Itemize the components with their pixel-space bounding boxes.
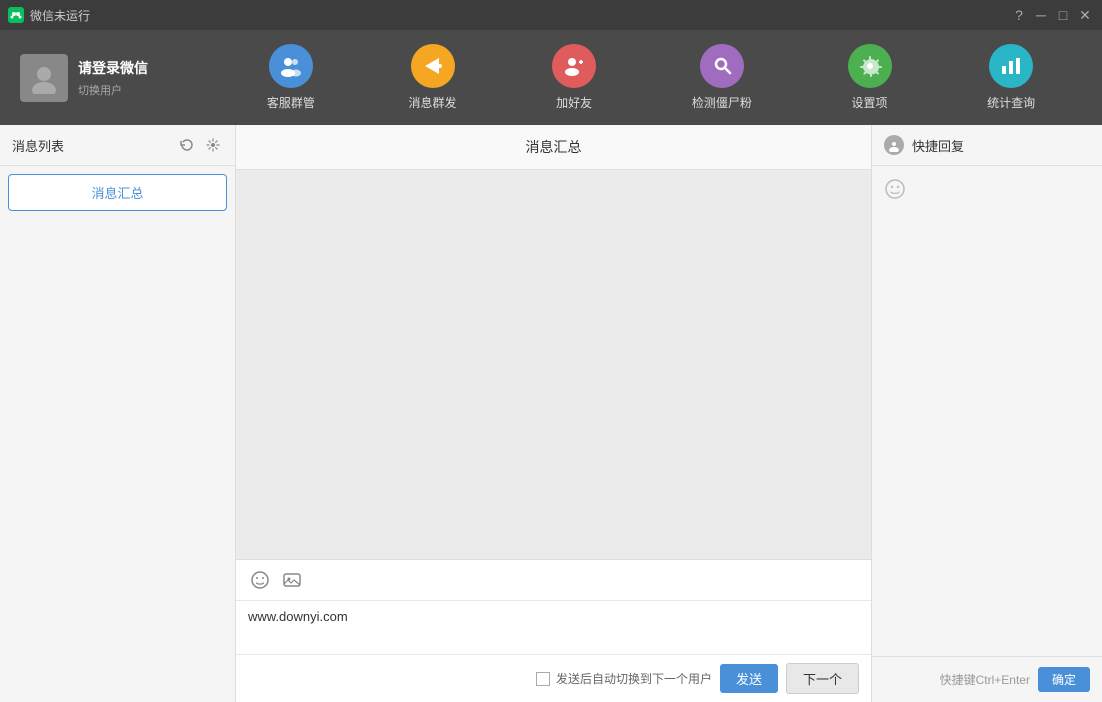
input-area: www.downyi.com 发送后自动切换到下一个用户 发送 下一个 xyxy=(236,559,871,702)
detect-icon xyxy=(700,44,744,88)
input-footer: 发送后自动切换到下一个用户 发送 下一个 xyxy=(236,654,871,702)
nav-label-addfriend: 加好友 xyxy=(556,94,592,111)
message-input[interactable]: www.downyi.com xyxy=(236,601,871,651)
app-logo-icon xyxy=(8,7,24,23)
nav-item-stats[interactable]: 统计查询 xyxy=(971,36,1051,119)
right-panel-footer: 快捷键Ctrl+Enter 确定 xyxy=(872,656,1102,702)
title-bar-left: 微信未运行 xyxy=(8,7,90,24)
nav-label-detect: 检测僵尸粉 xyxy=(692,94,752,111)
title-text: 微信未运行 xyxy=(30,7,90,24)
next-button[interactable]: 下一个 xyxy=(786,663,859,694)
user-name: 请登录微信 xyxy=(78,58,148,78)
input-toolbar xyxy=(236,560,871,601)
emoji-input-button[interactable] xyxy=(248,568,272,592)
sidebar-item-summary[interactable]: 消息汇总 xyxy=(8,174,227,211)
quick-reply-icon xyxy=(884,135,904,155)
nav-item-customer[interactable]: 客服群管 xyxy=(251,36,331,119)
toolbar-nav: 客服群管 消息群发 加好友 检测僵尸粉 设置项 xyxy=(220,36,1082,119)
window-controls: ? ─ □ ✕ xyxy=(1010,6,1094,24)
settings-sidebar-button[interactable] xyxy=(203,135,223,155)
sidebar-title: 消息列表 xyxy=(12,136,64,155)
right-panel-header: 快捷回复 xyxy=(872,125,1102,166)
sidebar-actions xyxy=(177,135,223,155)
settings-icon xyxy=(848,44,892,88)
toolbar: 请登录微信 切换用户 客服群管 消息群发 加好友 检测僵尸粉 xyxy=(0,30,1102,125)
sidebar-list: 消息汇总 xyxy=(0,166,235,219)
send-button[interactable]: 发送 xyxy=(720,664,778,693)
auto-switch-label: 发送后自动切换到下一个用户 xyxy=(536,670,712,687)
nav-label-broadcast: 消息群发 xyxy=(409,94,457,111)
nav-label-settings: 设置项 xyxy=(851,94,887,111)
image-input-button[interactable] xyxy=(280,568,304,592)
minimize-button[interactable]: ─ xyxy=(1032,6,1050,24)
nav-item-settings[interactable]: 设置项 xyxy=(830,36,910,119)
addfriend-icon xyxy=(552,44,596,88)
quick-reply-emoji[interactable] xyxy=(884,178,1090,206)
nav-label-customer: 客服群管 xyxy=(267,94,315,111)
sidebar-header: 消息列表 xyxy=(0,125,235,166)
help-button[interactable]: ? xyxy=(1010,6,1028,24)
nav-item-broadcast[interactable]: 消息群发 xyxy=(393,36,473,119)
right-panel: 快捷回复 快捷键Ctrl+Enter 确定 xyxy=(872,125,1102,702)
nav-item-detect[interactable]: 检测僵尸粉 xyxy=(676,36,768,119)
stats-icon xyxy=(989,44,1033,88)
user-section: 请登录微信 切换用户 xyxy=(20,54,220,102)
customer-icon xyxy=(269,44,313,88)
center-panel: 消息汇总 www.downyi.com 发送后自动切换到下一个用户 发送 下一个 xyxy=(236,125,872,702)
switch-user-link[interactable]: 切换用户 xyxy=(78,82,148,98)
auto-switch-text: 发送后自动切换到下一个用户 xyxy=(556,670,712,687)
shortcut-hint: 快捷键Ctrl+Enter xyxy=(940,671,1030,688)
maximize-button[interactable]: □ xyxy=(1054,6,1072,24)
avatar xyxy=(20,54,68,102)
confirm-button[interactable]: 确定 xyxy=(1038,667,1090,692)
broadcast-icon xyxy=(411,44,455,88)
refresh-button[interactable] xyxy=(177,135,197,155)
main-content: 消息列表 消息汇总 消息汇总 xyxy=(0,125,1102,702)
sidebar: 消息列表 消息汇总 xyxy=(0,125,236,702)
right-panel-title: 快捷回复 xyxy=(912,136,964,155)
title-bar: 微信未运行 ? ─ □ ✕ xyxy=(0,0,1102,30)
message-area xyxy=(236,170,871,559)
nav-item-addfriend[interactable]: 加好友 xyxy=(534,36,614,119)
user-info: 请登录微信 切换用户 xyxy=(78,58,148,98)
right-panel-content xyxy=(872,166,1102,656)
close-button[interactable]: ✕ xyxy=(1076,6,1094,24)
nav-label-stats: 统计查询 xyxy=(987,94,1035,111)
center-header: 消息汇总 xyxy=(236,125,871,170)
auto-switch-checkbox[interactable] xyxy=(536,672,550,686)
